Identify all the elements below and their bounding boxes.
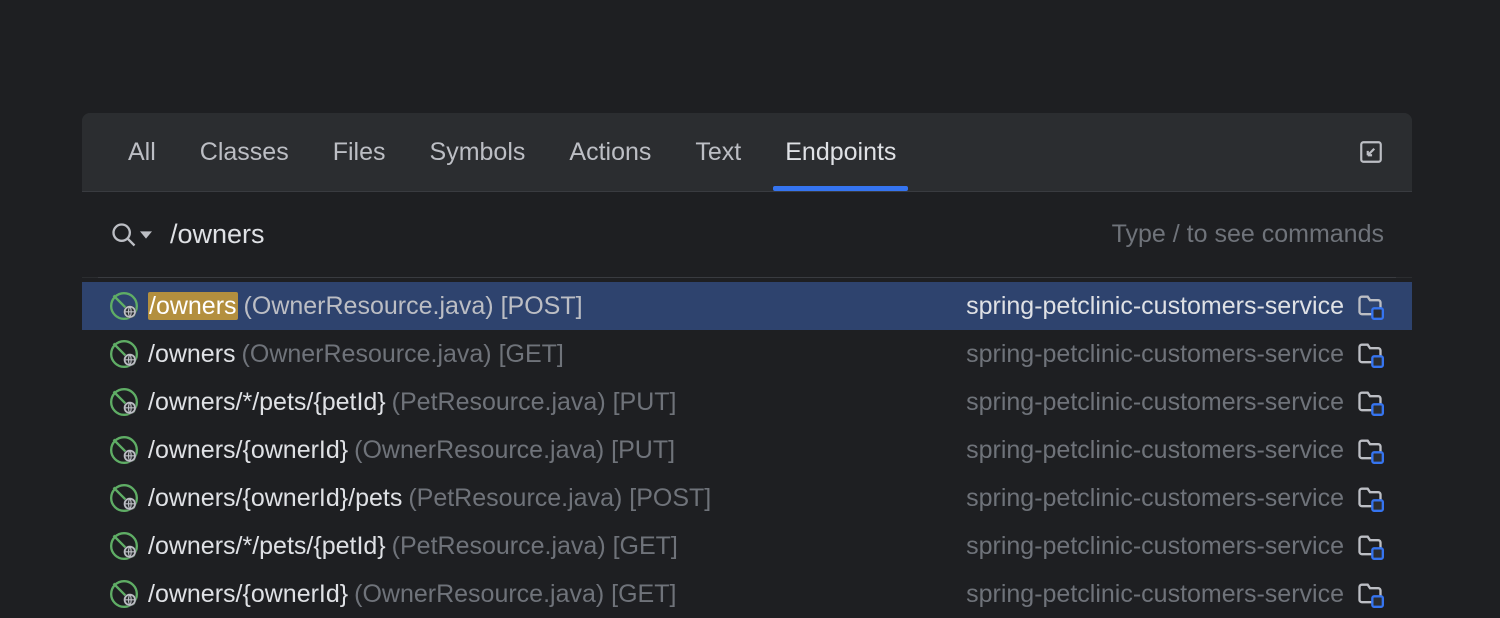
tab-classes[interactable]: Classes	[178, 113, 311, 191]
tab-files[interactable]: Files	[311, 113, 408, 191]
result-module: spring-petclinic-customers-service	[966, 580, 1344, 609]
result-module: spring-petclinic-customers-service	[966, 484, 1344, 513]
tab-text[interactable]: Text	[673, 113, 763, 191]
endpoint-icon	[110, 436, 138, 464]
module-icon	[1356, 388, 1384, 416]
module-icon	[1356, 292, 1384, 320]
result-meta: (OwnerResource.java) [GET]	[354, 580, 676, 609]
result-path: /owners/*/pets/{petId}	[148, 532, 386, 561]
resize-icon[interactable]	[1358, 139, 1384, 165]
result-path: /owners/{ownerId}/pets	[148, 484, 402, 513]
search-everywhere-dialog: AllClassesFilesSymbolsActionsTextEndpoin…	[82, 113, 1412, 618]
result-meta: (OwnerResource.java) [PUT]	[354, 436, 675, 465]
result-meta: (OwnerResource.java) [POST]	[244, 292, 583, 321]
tab-symbols[interactable]: Symbols	[408, 113, 548, 191]
endpoint-icon	[110, 292, 138, 320]
result-meta: (PetResource.java) [POST]	[408, 484, 711, 513]
result-module: spring-petclinic-customers-service	[966, 532, 1344, 561]
result-module: spring-petclinic-customers-service	[966, 388, 1344, 417]
tab-actions[interactable]: Actions	[547, 113, 673, 191]
search-hint: Type / to see commands	[1112, 220, 1384, 249]
result-meta: (PetResource.java) [PUT]	[392, 388, 677, 417]
result-module: spring-petclinic-customers-service	[966, 292, 1344, 321]
endpoint-icon	[110, 580, 138, 608]
result-path: /owners	[148, 292, 238, 321]
endpoint-icon	[110, 484, 138, 512]
result-row[interactable]: /owners/*/pets/{petId}(PetResource.java)…	[82, 522, 1412, 570]
result-path: /owners/*/pets/{petId}	[148, 388, 386, 417]
result-module: spring-petclinic-customers-service	[966, 436, 1344, 465]
search-icon[interactable]	[110, 221, 152, 249]
result-path: /owners/{ownerId}	[148, 436, 348, 465]
module-icon	[1356, 484, 1384, 512]
module-icon	[1356, 532, 1384, 560]
result-row[interactable]: /owners/{ownerId}(OwnerResource.java) [P…	[82, 426, 1412, 474]
result-row[interactable]: /owners/*/pets/{petId}(PetResource.java)…	[82, 378, 1412, 426]
result-meta: (OwnerResource.java) [GET]	[242, 340, 564, 369]
result-module: spring-petclinic-customers-service	[966, 340, 1344, 369]
result-row[interactable]: /owners/{ownerId}/pets(PetResource.java)…	[82, 474, 1412, 522]
search-input[interactable]	[170, 219, 1112, 250]
result-path: /owners	[148, 340, 236, 369]
result-meta: (PetResource.java) [GET]	[392, 532, 678, 561]
module-icon	[1356, 340, 1384, 368]
endpoint-icon	[110, 532, 138, 560]
result-row[interactable]: /owners/{ownerId}(OwnerResource.java) [G…	[82, 570, 1412, 618]
module-icon	[1356, 436, 1384, 464]
results-list: /owners(OwnerResource.java) [POST]spring…	[82, 278, 1412, 618]
result-path: /owners/{ownerId}	[148, 580, 348, 609]
search-row: Type / to see commands	[82, 191, 1412, 277]
module-icon	[1356, 580, 1384, 608]
endpoint-icon	[110, 340, 138, 368]
tab-endpoints[interactable]: Endpoints	[763, 113, 918, 191]
endpoint-icon	[110, 388, 138, 416]
result-row[interactable]: /owners(OwnerResource.java) [GET] spring-…	[82, 330, 1412, 378]
tab-all[interactable]: All	[110, 113, 178, 191]
tabs-row: AllClassesFilesSymbolsActionsTextEndpoin…	[82, 113, 1412, 191]
result-row[interactable]: /owners(OwnerResource.java) [POST] spring…	[82, 282, 1412, 330]
